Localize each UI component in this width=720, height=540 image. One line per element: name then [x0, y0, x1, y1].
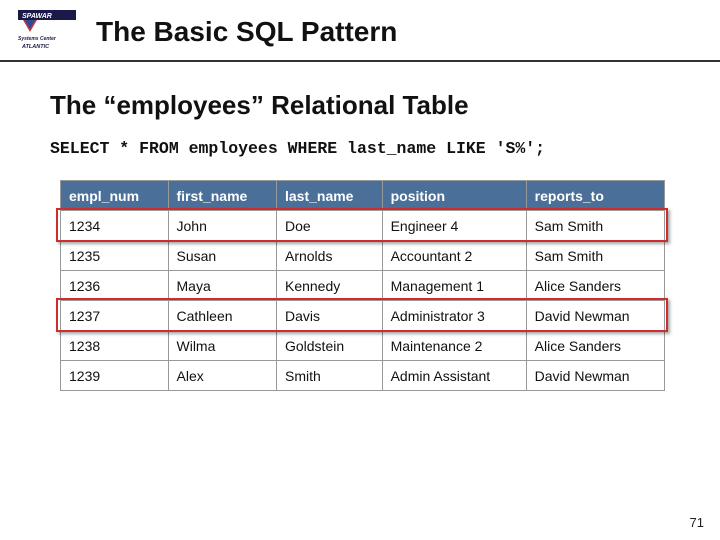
- table-header-row: empl_num first_name last_name position r…: [61, 181, 665, 211]
- cell: Engineer 4: [382, 211, 526, 241]
- table-body: 1234 John Doe Engineer 4 Sam Smith 1235 …: [61, 211, 665, 391]
- logo-mid-text: Systems Center: [18, 36, 57, 42]
- cell: Doe: [276, 211, 382, 241]
- cell: Arnolds: [276, 241, 382, 271]
- col-position: position: [382, 181, 526, 211]
- cell: Management 1: [382, 271, 526, 301]
- cell: Sam Smith: [526, 211, 664, 241]
- table-container: empl_num first_name last_name position r…: [60, 180, 670, 391]
- employees-table: empl_num first_name last_name position r…: [60, 180, 665, 391]
- cell: Goldstein: [276, 331, 382, 361]
- cell: Maya: [168, 271, 276, 301]
- cell: Kennedy: [276, 271, 382, 301]
- cell: Smith: [276, 361, 382, 391]
- cell: Accountant 2: [382, 241, 526, 271]
- section-subtitle: The “employees” Relational Table: [50, 90, 670, 121]
- cell: Alice Sanders: [526, 331, 664, 361]
- logo-top-text: SPAWAR: [22, 13, 52, 20]
- cell: Maintenance 2: [382, 331, 526, 361]
- logo-bot-text: ATLANTIC: [21, 44, 50, 50]
- spawar-logo: SPAWAR Systems Center ATLANTIC: [18, 10, 78, 54]
- table-row: 1236 Maya Kennedy Management 1 Alice San…: [61, 271, 665, 301]
- cell: 1235: [61, 241, 169, 271]
- table-row: 1238 Wilma Goldstein Maintenance 2 Alice…: [61, 331, 665, 361]
- cell: Alice Sanders: [526, 271, 664, 301]
- cell: 1239: [61, 361, 169, 391]
- cell: Alex: [168, 361, 276, 391]
- cell: 1234: [61, 211, 169, 241]
- cell: Cathleen: [168, 301, 276, 331]
- cell: 1236: [61, 271, 169, 301]
- cell: John: [168, 211, 276, 241]
- table-row: 1239 Alex Smith Admin Assistant David Ne…: [61, 361, 665, 391]
- cell: Sam Smith: [526, 241, 664, 271]
- col-first-name: first_name: [168, 181, 276, 211]
- cell: Susan: [168, 241, 276, 271]
- table-row: 1235 Susan Arnolds Accountant 2 Sam Smit…: [61, 241, 665, 271]
- cell: 1238: [61, 331, 169, 361]
- cell: Davis: [276, 301, 382, 331]
- cell: David Newman: [526, 301, 664, 331]
- slide-title: The Basic SQL Pattern: [96, 16, 397, 48]
- col-last-name: last_name: [276, 181, 382, 211]
- cell: Wilma: [168, 331, 276, 361]
- page-number: 71: [690, 515, 704, 530]
- col-empl-num: empl_num: [61, 181, 169, 211]
- slide-header: SPAWAR Systems Center ATLANTIC The Basic…: [0, 0, 720, 62]
- cell: David Newman: [526, 361, 664, 391]
- cell: Administrator 3: [382, 301, 526, 331]
- col-reports-to: reports_to: [526, 181, 664, 211]
- cell: 1237: [61, 301, 169, 331]
- slide-content: The “employees” Relational Table SELECT …: [0, 62, 720, 391]
- table-row: 1234 John Doe Engineer 4 Sam Smith: [61, 211, 665, 241]
- sql-query: SELECT * FROM employees WHERE last_name …: [50, 139, 670, 158]
- cell: Admin Assistant: [382, 361, 526, 391]
- table-row: 1237 Cathleen Davis Administrator 3 Davi…: [61, 301, 665, 331]
